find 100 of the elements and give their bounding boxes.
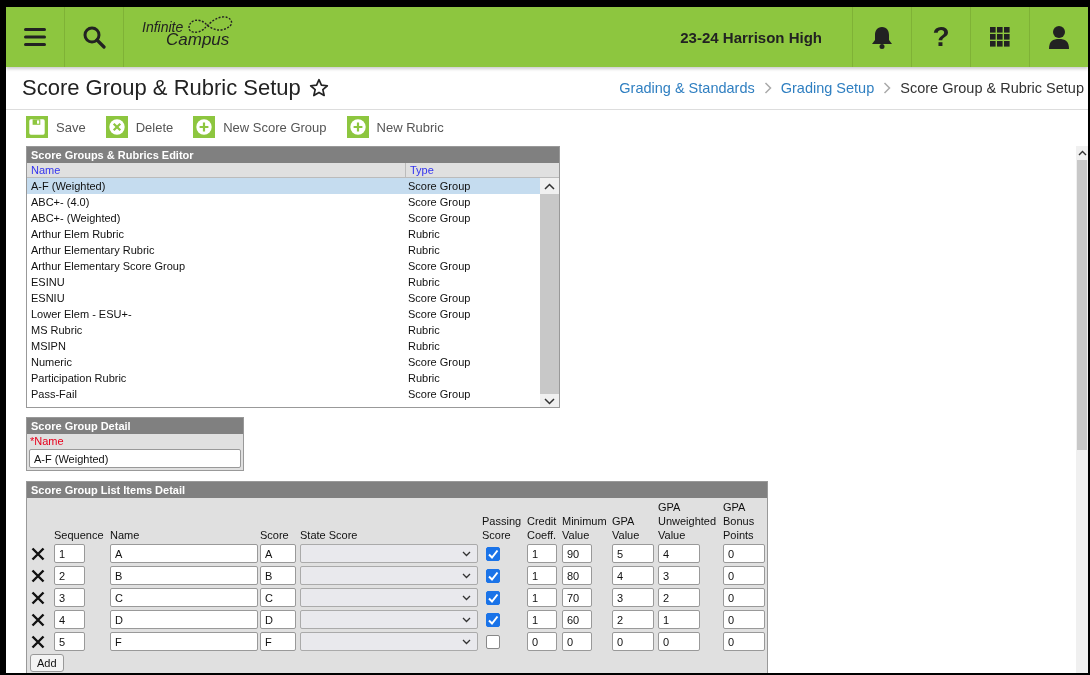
letter-input[interactable]: A xyxy=(260,544,296,563)
add-button[interactable]: Add xyxy=(30,654,64,672)
coefficient-input[interactable]: 1 xyxy=(527,544,557,563)
order-input[interactable]: 5 xyxy=(54,632,85,651)
checkbox[interactable] xyxy=(486,546,500,561)
panel-header: Score Group Detail xyxy=(27,418,243,434)
school-selector[interactable]: 23-24 Harrison High xyxy=(680,28,852,46)
label-input[interactable]: F xyxy=(110,632,258,651)
threshold-input[interactable]: 0 xyxy=(562,632,592,651)
list-row[interactable]: A-F (Weighted) Score Group xyxy=(27,178,540,194)
weighted-points-input[interactable]: 3 xyxy=(612,588,654,607)
extra-points-input[interactable]: 0 xyxy=(723,566,765,585)
coefficient-input[interactable]: 1 xyxy=(527,610,557,629)
chevron-up-icon xyxy=(1077,150,1087,156)
chevron-down-icon xyxy=(462,594,471,601)
list-row[interactable]: ESNIU Score Group xyxy=(27,290,540,306)
list-row[interactable]: Numeric Score Group xyxy=(27,354,540,370)
plus-icon xyxy=(193,116,216,138)
breadcrumb-link[interactable]: Grading Setup xyxy=(780,80,875,96)
new-button[interactable]: New Rubric xyxy=(346,116,444,138)
letter-input[interactable]: F xyxy=(260,632,296,651)
search-icon[interactable] xyxy=(82,25,106,49)
star-icon[interactable] xyxy=(308,78,329,98)
list-row[interactable]: Arthur Elementary Rubric Rubric xyxy=(27,242,540,258)
list-row[interactable]: MSIPN Rubric xyxy=(27,338,540,354)
extra-points-input[interactable]: 0 xyxy=(723,588,765,607)
delete-icon xyxy=(105,116,128,138)
letter-input[interactable]: B xyxy=(260,566,296,585)
order-input[interactable]: 3 xyxy=(54,588,85,607)
threshold-input[interactable]: 70 xyxy=(562,588,592,607)
save-button[interactable]: Save xyxy=(26,116,86,138)
user-icon[interactable] xyxy=(1048,25,1070,49)
label-input[interactable]: C xyxy=(110,588,258,607)
unweighted-points-input[interactable]: 0 xyxy=(658,632,700,651)
chevron-down-icon xyxy=(462,550,471,557)
column-header: Credit Coeff. xyxy=(527,515,557,541)
label-input[interactable]: A xyxy=(110,544,258,563)
list-row[interactable]: Pass-Fail Score Group xyxy=(27,386,540,402)
column-header: Sequence xyxy=(54,529,104,541)
extra-points-input[interactable]: 0 xyxy=(723,544,765,563)
delete-x-icon[interactable] xyxy=(31,612,45,627)
delete-button[interactable]: Delete xyxy=(105,116,174,138)
scrollbar[interactable] xyxy=(1076,146,1088,673)
app-grid-icon[interactable] xyxy=(990,27,1010,47)
weighted-points-input[interactable]: 5 xyxy=(612,544,654,563)
unweighted-points-input[interactable]: 1 xyxy=(658,610,700,629)
unweighted-points-input[interactable]: 3 xyxy=(658,566,700,585)
list-row[interactable]: Arthur Elem Rubric Rubric xyxy=(27,226,540,242)
label-input[interactable]: B xyxy=(110,566,258,585)
column-header: State Score xyxy=(300,529,358,541)
column-header: Minimum Value xyxy=(562,515,607,541)
threshold-input[interactable]: 60 xyxy=(562,610,592,629)
threshold-input[interactable]: 80 xyxy=(562,566,592,585)
scrollbar[interactable] xyxy=(540,178,559,407)
list-row[interactable]: ABC+- (4.0) Score Group xyxy=(27,194,540,210)
list-row[interactable]: Arthur Elementary Score Group Score Group xyxy=(27,258,540,274)
letter-input[interactable]: D xyxy=(260,610,296,629)
column-header[interactable]: Name xyxy=(27,163,406,177)
plus-icon xyxy=(346,116,369,138)
chevron-up-icon xyxy=(544,183,555,190)
list-row[interactable]: Participation Rubric Rubric xyxy=(27,370,540,386)
extra-points-input[interactable]: 0 xyxy=(723,610,765,629)
weighted-points-input[interactable]: 2 xyxy=(612,610,654,629)
delete-x-icon[interactable] xyxy=(31,590,45,605)
extra-points-input[interactable]: 0 xyxy=(723,632,765,651)
list-row[interactable]: MS Rubric Rubric xyxy=(27,322,540,338)
new-button[interactable]: New Score Group xyxy=(193,116,327,138)
order-input[interactable]: 4 xyxy=(54,610,85,629)
coefficient-input[interactable]: 1 xyxy=(527,588,557,607)
column-header: GPA Value xyxy=(612,515,640,541)
coefficient-input[interactable]: 0 xyxy=(527,632,557,651)
help-button[interactable]: ? xyxy=(932,23,950,51)
list-row[interactable]: Lower Elem - ESU+- Score Group xyxy=(27,306,540,322)
unweighted-points-input[interactable]: 4 xyxy=(658,544,700,563)
title-input[interactable]: A-F (Weighted) xyxy=(29,449,241,468)
order-input[interactable]: 2 xyxy=(54,566,85,585)
label-input[interactable]: D xyxy=(110,610,258,629)
breadcrumb-link[interactable]: Grading & Standards xyxy=(619,80,755,96)
weighted-points-input[interactable]: 0 xyxy=(612,632,654,651)
list-row[interactable]: ABC+- (Weighted) Score Group xyxy=(27,210,540,226)
delete-x-icon[interactable] xyxy=(31,546,45,561)
delete-x-icon[interactable] xyxy=(31,634,45,649)
chevron-right-icon xyxy=(763,82,772,94)
coefficient-input[interactable]: 1 xyxy=(527,566,557,585)
order-input[interactable]: 1 xyxy=(54,544,85,563)
checkbox[interactable] xyxy=(486,612,500,627)
current-page-label: Score Group & Rubric Setup xyxy=(900,80,1084,96)
unweighted-points-input[interactable]: 2 xyxy=(658,588,700,607)
column-header: GPA Unweighted Value xyxy=(658,501,717,541)
column-header[interactable]: Type xyxy=(406,163,438,177)
weighted-points-input[interactable]: 4 xyxy=(612,566,654,585)
threshold-input[interactable]: 90 xyxy=(562,544,592,563)
list-row[interactable]: ESINU Rubric xyxy=(27,274,540,290)
checkbox[interactable] xyxy=(486,590,500,605)
menu-icon[interactable] xyxy=(24,27,46,47)
letter-input[interactable]: C xyxy=(260,588,296,607)
delete-x-icon[interactable] xyxy=(31,568,45,583)
checkbox[interactable] xyxy=(486,634,500,649)
checkbox[interactable] xyxy=(486,568,500,583)
bell-icon[interactable] xyxy=(871,25,893,49)
